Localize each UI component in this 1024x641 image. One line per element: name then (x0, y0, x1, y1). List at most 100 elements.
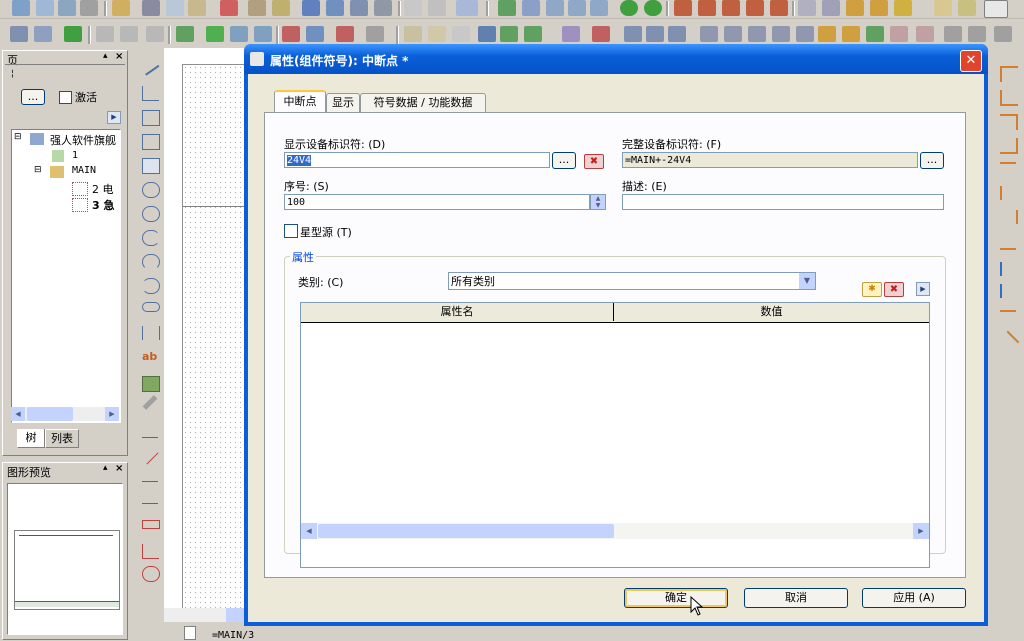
arc-icon[interactable] (142, 230, 160, 246)
delete-attribute-icon[interactable]: ✖ (884, 282, 904, 297)
dimension-icon[interactable] (142, 430, 158, 438)
check-green-icon[interactable] (206, 26, 224, 42)
cable-icon[interactable] (142, 395, 158, 410)
rectangle-icon[interactable] (142, 134, 160, 150)
cross-icon[interactable] (1000, 262, 1018, 276)
tree-page-2[interactable]: 2 电 (92, 181, 114, 197)
symbol13-icon[interactable] (866, 26, 884, 42)
grid-toggle-icon[interactable] (798, 0, 816, 16)
image-icon[interactable] (142, 376, 160, 392)
tee2-icon[interactable] (1000, 186, 1018, 200)
chevron-down-icon[interactable]: ▼ (799, 273, 815, 289)
page-tab-label[interactable]: =MAIN/3 (212, 630, 254, 641)
symbol-icon[interactable] (562, 26, 580, 42)
dimension3-icon[interactable] (142, 474, 158, 482)
desc-input[interactable] (622, 194, 944, 210)
tee3-icon[interactable] (1000, 210, 1018, 224)
circle2-icon[interactable] (142, 206, 160, 222)
wand-icon[interactable] (112, 0, 130, 16)
tab-list[interactable]: 列表 (45, 429, 79, 448)
undo-icon[interactable] (478, 26, 496, 42)
circle-icon[interactable] (142, 182, 160, 198)
activate-checkbox[interactable] (59, 91, 72, 104)
ellipse-icon[interactable] (142, 302, 160, 312)
tree-main-toggle[interactable]: ⊟ (34, 165, 42, 175)
arc2-icon[interactable] (142, 254, 160, 270)
seq-input[interactable]: 100 (284, 194, 590, 210)
zoom-all-icon[interactable] (590, 0, 608, 16)
x-icon[interactable] (336, 26, 354, 42)
edit-icon[interactable] (230, 26, 248, 42)
symbol3-icon[interactable] (624, 26, 642, 42)
table3-icon[interactable] (722, 0, 740, 16)
star-source-checkbox[interactable] (284, 224, 298, 238)
plus-icon[interactable] (64, 26, 82, 42)
polyline-icon[interactable] (142, 86, 159, 101)
scroll-thumb[interactable] (318, 524, 614, 538)
corner4-icon[interactable] (1000, 138, 1018, 154)
tab-breakpoint[interactable]: 中断点 (274, 90, 326, 114)
corner2-icon[interactable] (1000, 90, 1018, 106)
category-select[interactable]: 所有类别 ▼ (448, 272, 816, 290)
symbol4-icon[interactable] (646, 26, 664, 42)
diagonal-icon[interactable] (996, 330, 1020, 354)
full-id-browse-button[interactable]: ... (920, 152, 944, 169)
spline-icon[interactable] (142, 326, 160, 340)
tool-icon[interactable] (248, 0, 266, 16)
column-header-name[interactable]: 属性名 (301, 303, 614, 321)
red-k-icon[interactable] (282, 26, 300, 42)
clear-red-icon[interactable]: ✖ (584, 154, 604, 169)
arc3-icon[interactable] (142, 278, 160, 294)
lamp-icon[interactable] (894, 0, 912, 16)
switch-icon[interactable] (176, 26, 194, 42)
line-icon[interactable] (140, 58, 160, 76)
pin-icon[interactable]: ▴ (103, 463, 108, 473)
tree-horizontal-scrollbar[interactable]: ◀ ▶ (11, 407, 119, 421)
forward-icon[interactable] (644, 0, 662, 16)
table-horizontal-scrollbar[interactable]: ◀ ▶ (301, 523, 929, 539)
copy-icon[interactable] (36, 0, 54, 16)
window2-icon[interactable] (958, 0, 976, 16)
tee4-icon[interactable] (1000, 234, 1016, 250)
zoom-window-icon[interactable] (522, 0, 540, 16)
tab-tree[interactable]: 树 (17, 429, 45, 448)
table4-icon[interactable] (746, 0, 764, 16)
next-icon[interactable] (524, 26, 542, 42)
column-header-value[interactable]: 数值 (614, 303, 929, 321)
table5-icon[interactable] (770, 0, 788, 16)
symbol14-icon[interactable] (890, 26, 908, 42)
scroll-left-icon[interactable]: ◀ (301, 523, 317, 539)
dots-icon[interactable] (96, 26, 114, 42)
close-icon[interactable]: × (115, 463, 123, 474)
symbol10-icon[interactable] (796, 26, 814, 42)
edit2-icon[interactable] (254, 26, 272, 42)
pin-icon[interactable]: ▴ (103, 51, 108, 61)
new-attribute-icon[interactable]: ✱ (862, 282, 882, 297)
display-id-input[interactable]: 24V4 (284, 152, 550, 168)
doc-icon[interactable] (404, 26, 422, 42)
note-icon[interactable] (934, 0, 952, 16)
attributes-menu-arrow-icon[interactable]: ▶ (916, 282, 930, 296)
arrow2-icon[interactable] (326, 0, 344, 16)
page-list2-icon[interactable] (34, 26, 52, 42)
dialog-title-bar[interactable]: 属性(组件符号): 中断点 * ✕ (244, 44, 988, 74)
pin-icon[interactable] (870, 0, 888, 16)
tree-root-toggle[interactable]: ⊟ (14, 132, 22, 142)
table2-icon[interactable] (698, 0, 716, 16)
tool2-icon[interactable] (272, 0, 290, 16)
hatch-icon[interactable] (366, 26, 384, 42)
rect-tool-icon[interactable] (142, 158, 160, 174)
close-icon[interactable]: × (115, 51, 123, 62)
tab-display[interactable]: 显示 (326, 93, 360, 113)
close-button[interactable]: ✕ (960, 50, 982, 72)
symbol6-icon[interactable] (700, 26, 718, 42)
print-icon[interactable] (80, 0, 98, 16)
page-icon[interactable] (12, 0, 30, 16)
seq-spinner[interactable]: ▲ ▼ (590, 194, 606, 210)
window3-icon[interactable] (984, 0, 1008, 18)
grid-icon[interactable] (428, 0, 446, 16)
activate-browse-button[interactable]: ... (21, 89, 45, 105)
scissors-icon[interactable] (142, 0, 160, 16)
scroll-right-icon[interactable]: ▶ (913, 523, 929, 539)
zoom-in-icon[interactable] (546, 0, 564, 16)
